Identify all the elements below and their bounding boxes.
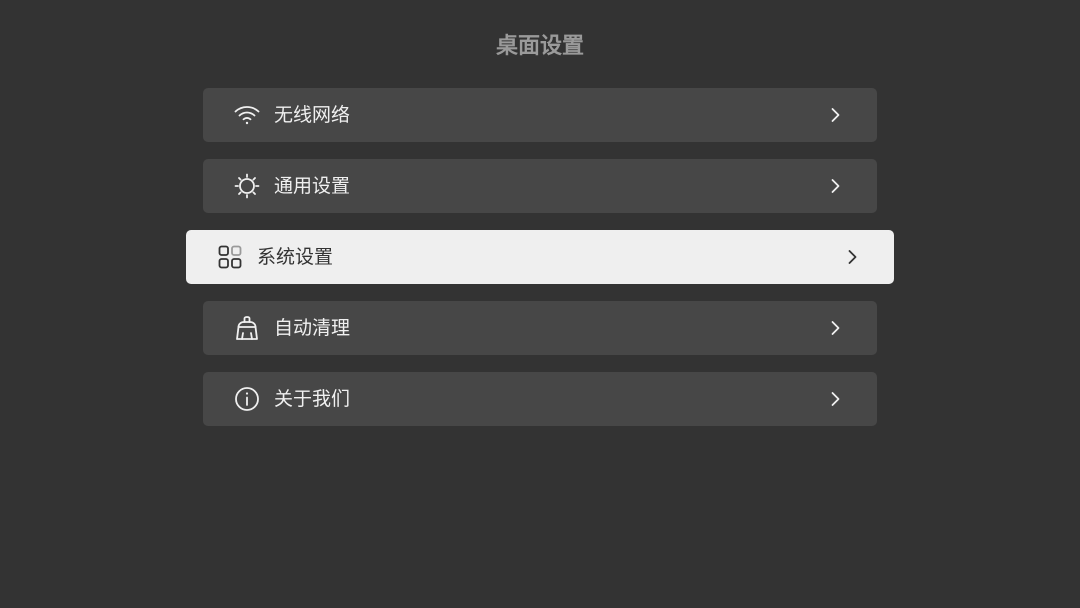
wifi-icon xyxy=(233,101,261,129)
menu-item-label: 关于我们 xyxy=(274,388,351,410)
menu-item-about-us[interactable]: 关于我们 xyxy=(203,372,877,426)
menu-item-system-settings[interactable]: 系统设置 xyxy=(186,230,894,284)
menu-item-label: 自动清理 xyxy=(274,317,351,339)
chevron-right-icon xyxy=(825,105,845,125)
chevron-right-icon xyxy=(825,318,845,338)
chevron-right-icon xyxy=(825,389,845,409)
menu-item-general-settings[interactable]: 通用设置 xyxy=(203,159,877,213)
menu-item-auto-clean[interactable]: 自动清理 xyxy=(203,301,877,355)
sun-icon xyxy=(233,172,261,200)
broom-icon xyxy=(233,314,261,342)
menu-item-label: 无线网络 xyxy=(274,104,351,126)
apps-grid-icon xyxy=(216,243,244,271)
chevron-right-icon xyxy=(842,247,862,267)
menu-item-label: 通用设置 xyxy=(274,175,351,197)
chevron-right-icon xyxy=(825,176,845,196)
menu-item-label: 系统设置 xyxy=(257,246,334,268)
info-icon xyxy=(233,385,261,413)
settings-menu: 无线网络 通用设置 系统设置 自动清理 关于我们 xyxy=(0,0,1080,608)
menu-item-wifi[interactable]: 无线网络 xyxy=(203,88,877,142)
